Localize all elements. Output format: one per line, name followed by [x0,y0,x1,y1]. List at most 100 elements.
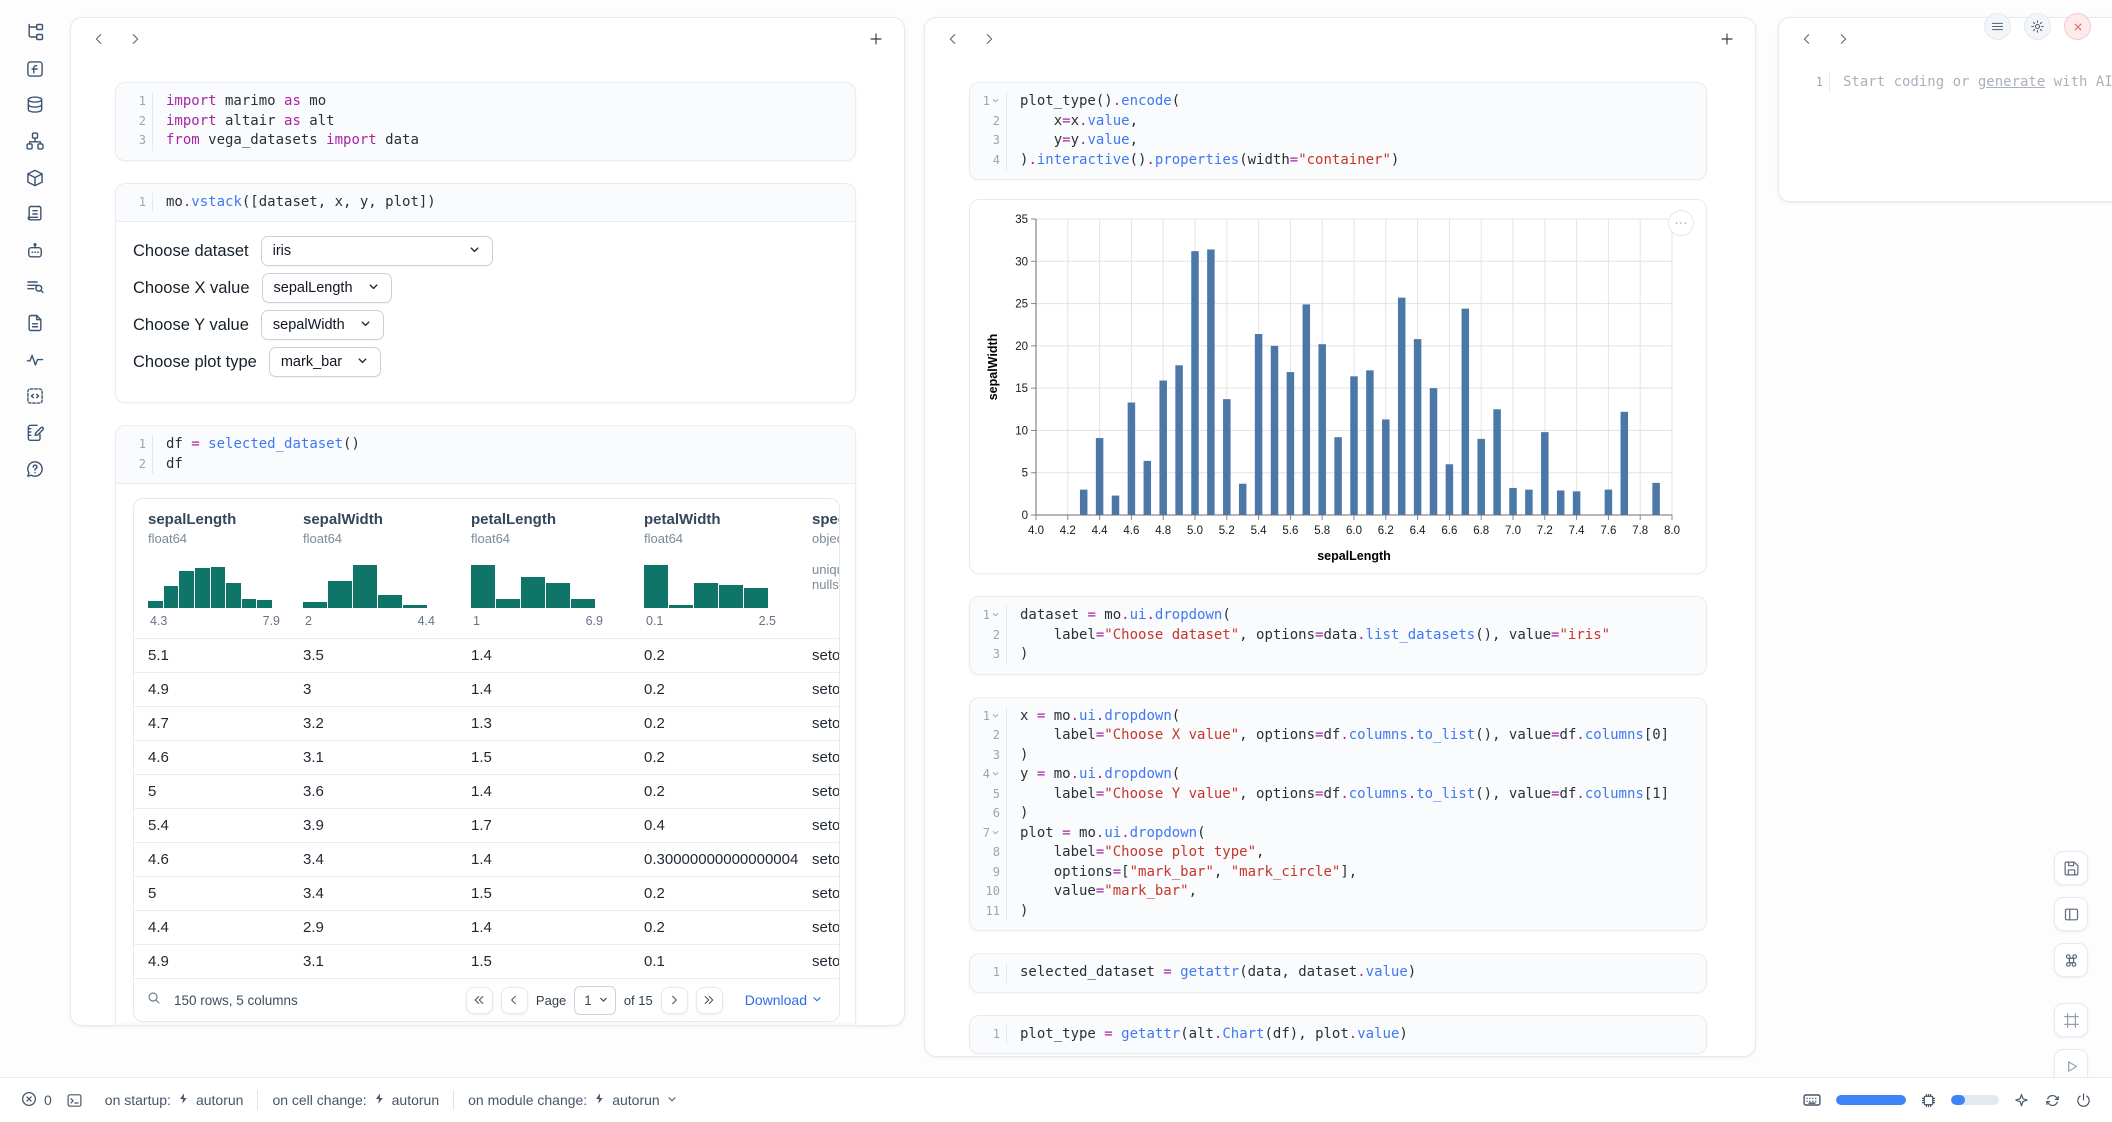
circle-x-icon [20,1090,38,1111]
panel-forward-button[interactable] [975,25,1003,53]
svg-text:8.0: 8.0 [1664,525,1680,537]
dropdown-select-choose-x-value[interactable]: sepalLength [262,273,392,303]
panel-forward-button[interactable] [1829,25,1857,53]
chart-menu-button[interactable] [1668,210,1694,236]
table-cell: 0.2 [644,647,812,664]
panel-back-button[interactable] [939,25,967,53]
svg-text:sepalWidth: sepalWidth [986,334,1000,401]
dropdown-select-choose-y-value[interactable]: sepalWidth [261,310,384,340]
ai-assist-button[interactable] [2013,1092,2030,1109]
fold-chevron-icon[interactable] [991,707,1000,727]
sidebar-item-database[interactable] [17,87,53,123]
add-cell-button[interactable] [1713,25,1741,53]
code-line: 9 options=["mark_bar", "mark_circle"], [970,863,1706,883]
menu-button[interactable] [1984,13,2011,40]
settings-button[interactable] [2024,13,2051,40]
table-cell: setosa [812,919,839,936]
sidebar-item-notebook-pen[interactable] [17,414,53,450]
sidebar-item-code-square[interactable] [17,378,53,414]
frame-button[interactable] [2054,1003,2088,1037]
sidebar-item-file-tree[interactable] [17,14,53,50]
panel-back-button[interactable] [85,25,113,53]
code-editor[interactable]: 1dataset = mo.ui.dropdown(2 label="Choos… [970,597,1706,674]
sidebar-item-activity[interactable] [17,342,53,378]
sidebar-item-function-square[interactable] [17,50,53,86]
code-editor[interactable]: 1mo.vstack([dataset, x, y, plot]) [116,184,855,222]
panel-forward-button[interactable] [121,25,149,53]
code-line: 4).interactive().properties(width="conta… [970,151,1706,171]
code-editor[interactable]: 1plot_type = getattr(alt.Chart(df), plot… [970,1016,1706,1054]
sidebar-item-box[interactable] [17,160,53,196]
autorun-setting[interactable]: on startup:autorun [105,1092,244,1108]
fold-chevron-icon[interactable] [991,92,1000,112]
sidebar-item-bot[interactable] [17,232,53,268]
dropdown-select-choose-plot-type[interactable]: mark_bar [269,347,381,377]
code-editor[interactable]: 1import marimo as mo2import altair as al… [116,83,855,160]
vstack-cell[interactable]: 1mo.vstack([dataset, x, y, plot])Choose … [115,183,856,404]
dataset-dropdown-cell[interactable]: 1dataset = mo.ui.dropdown(2 label="Choos… [969,596,1707,675]
code-editor[interactable]: 1x = mo.ui.dropdown(2 label="Choose X va… [970,698,1706,931]
code-editor-placeholder[interactable]: Start coding or generate with AI [1829,72,2112,92]
selected-dataset-cell[interactable]: 1selected_dataset = getattr(data, datase… [969,953,1707,993]
column-type: object [812,531,839,546]
placeholder-text: with AI [2045,74,2112,90]
sidebar-item-help-circle[interactable] [17,451,53,487]
histogram-bar [669,605,693,608]
panel-back-button[interactable] [1793,25,1821,53]
fold-chevron-icon[interactable] [991,765,1000,785]
column-range: 0.12.5 [644,614,778,628]
autorun-setting[interactable]: on cell change:autorun [272,1092,439,1108]
autorun-setting[interactable]: on module change:autorun [468,1092,678,1108]
power-button[interactable] [2075,1092,2092,1109]
svg-text:4.2: 4.2 [1060,525,1076,537]
sidebar-item-network[interactable] [17,123,53,159]
next-page-button[interactable] [661,987,688,1014]
layout-button[interactable] [2054,897,2088,931]
file-text-icon [25,313,45,333]
code-editor[interactable]: 1df = selected_dataset()2df [116,426,855,483]
table-cell: 3 [303,681,471,698]
sidebar-item-file-text[interactable] [17,305,53,341]
code-line: 1dataset = mo.ui.dropdown( [970,606,1706,626]
table-row: 4.931.40.2setosa [134,672,839,706]
code-line: 10 value="mark_bar", [970,882,1706,902]
table-cell: 0.2 [644,749,812,766]
imports-cell[interactable]: 1import marimo as mo2import altair as al… [115,82,856,161]
fold-chevron-icon[interactable] [991,606,1000,626]
add-cell-button[interactable] [862,25,890,53]
fold-chevron-icon[interactable] [991,824,1000,844]
power-icon [2075,1092,2092,1109]
code-editor[interactable]: 1plot_type().encode(2 x=x.value,3 y=y.va… [970,83,1706,179]
keyboard-shortcuts-button[interactable] [1802,1090,1822,1110]
ellipsis-icon [1673,215,1689,231]
line-number: 1 [116,435,152,455]
plot-code-cell[interactable]: 1plot_type().encode(2 x=x.value,3 y=y.va… [969,82,1707,180]
terminal-button[interactable] [66,1092,83,1109]
svg-text:20: 20 [1015,341,1028,353]
prev-page-button[interactable] [501,987,528,1014]
controls-dropdown-cell[interactable]: 1x = mo.ui.dropdown(2 label="Choose X va… [969,697,1707,932]
bar-chart[interactable]: 4.04.24.44.64.85.05.25.45.65.86.06.26.46… [984,207,1706,572]
generate-link[interactable]: generate [1978,74,2045,90]
download-button[interactable]: Download [739,991,829,1009]
sidebar-item-scroll-text[interactable] [17,196,53,232]
page-label: Page [536,993,566,1008]
sidebar-item-list-search[interactable] [17,269,53,305]
shutdown-button[interactable] [2064,13,2091,40]
dropdown-select-choose-dataset[interactable]: iris [261,236,493,266]
last-page-button[interactable] [696,987,723,1014]
plot-type-cell[interactable]: 1plot_type = getattr(alt.Chart(df), plot… [969,1015,1707,1055]
restart-button[interactable] [2044,1092,2061,1109]
error-indicator[interactable]: 0 [20,1090,52,1111]
page-select[interactable]: 1 [574,986,616,1015]
first-page-button[interactable] [466,987,493,1014]
search-icon[interactable] [146,990,162,1011]
save-button[interactable] [2054,851,2088,885]
play-icon [2063,1058,2080,1075]
code-editor[interactable]: 1selected_dataset = getattr(data, datase… [970,954,1706,992]
table-cell: setosa [812,783,839,800]
code-line: 1mo.vstack([dataset, x, y, plot]) [116,193,855,213]
dataframe-cell[interactable]: 1df = selected_dataset()2dfsepalLengthfl… [115,425,856,1026]
command-button[interactable] [2054,943,2088,977]
svg-text:7.2: 7.2 [1537,525,1553,537]
